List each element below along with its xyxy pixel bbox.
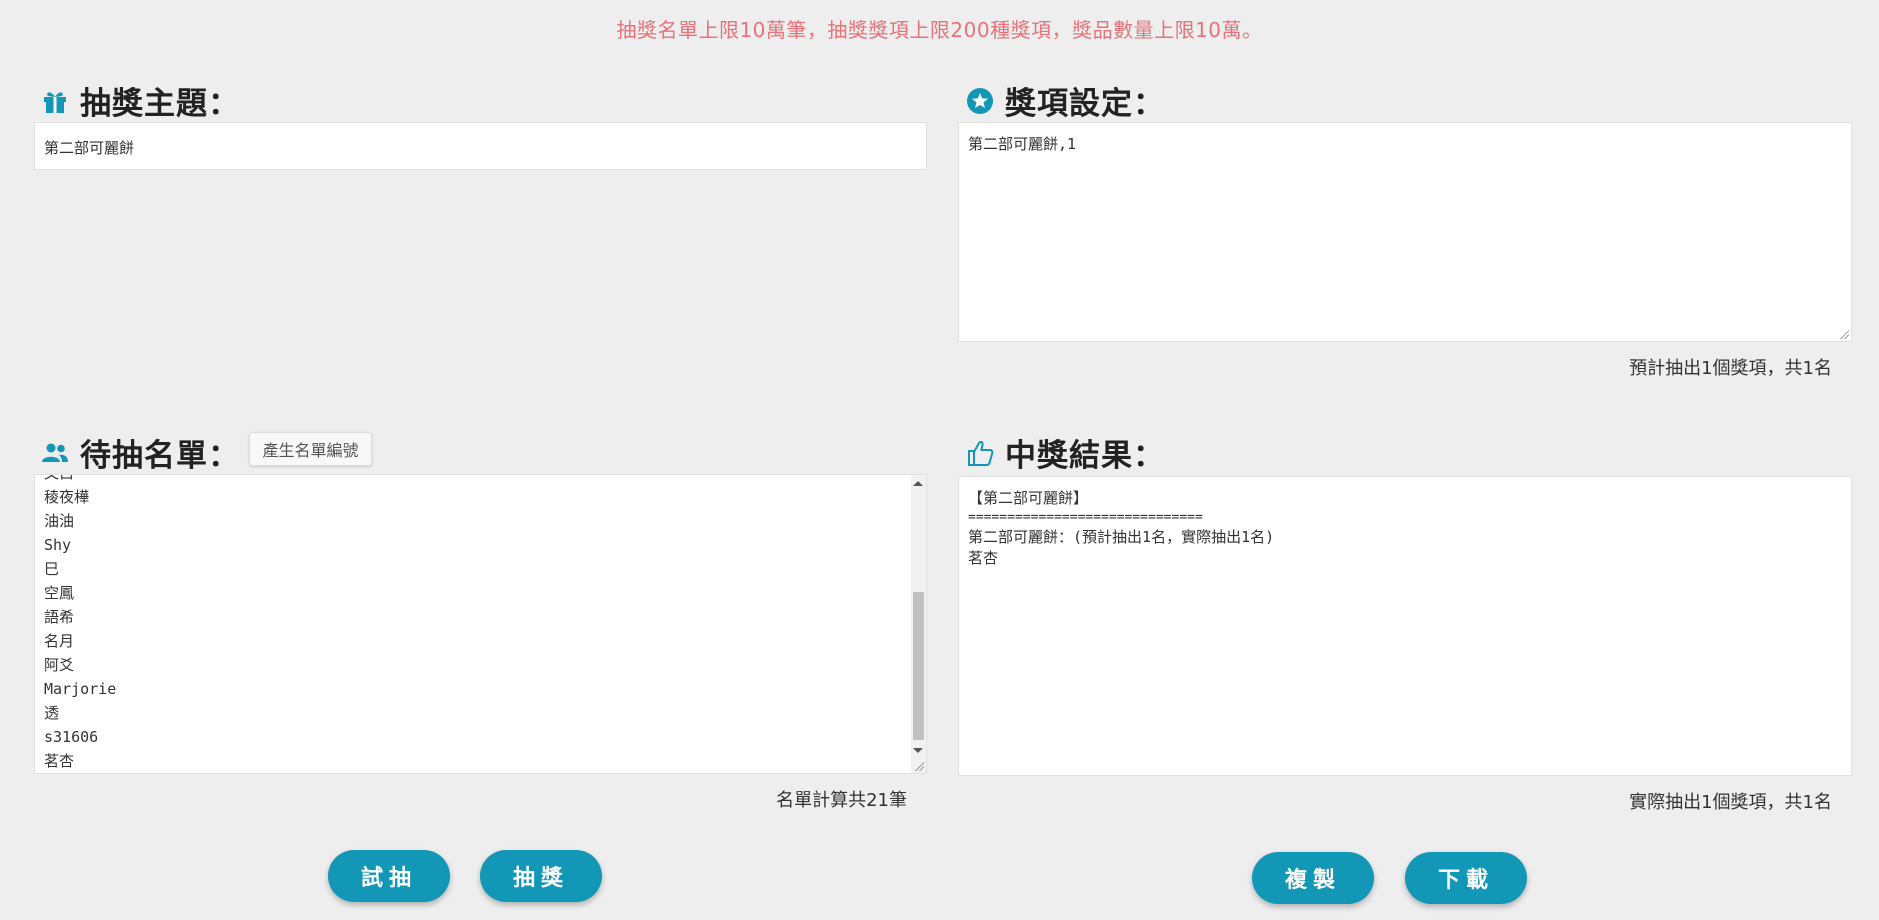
list-item: 空鳳 [44,584,75,602]
generate-numbers-button[interactable]: 產生名單編號 [249,432,372,466]
theme-heading: 抽獎主題： [40,78,240,123]
prizes-summary: 預計抽出1個獎項，共1名 [1629,358,1832,379]
download-button[interactable]: 下載 [1405,852,1527,904]
limits-notice: 抽獎名單上限10萬筆，抽獎獎項上限200種獎項，獎品數量上限10萬。 [616,18,1263,42]
list-item: 稜夜樺 [44,488,90,506]
gift-icon [40,86,70,116]
list-item: 阿爻 [44,656,75,674]
prizes-heading: 獎項設定： [965,78,1165,123]
candidates-textarea[interactable]: 文白 稜夜樺 油油 Shy 巳 空鳳 語希 名月 阿爻 Marjorie 透 s… [34,474,927,774]
list-item: 巳 [44,560,60,578]
users-icon [40,438,70,468]
scrollbar[interactable] [911,475,926,773]
list-item: 文白 [44,475,917,485]
theme-input-value: 第二部可麗餅 [44,139,135,157]
prizes-textarea-value: 第二部可麗餅,1 [968,135,1077,153]
resize-handle[interactable] [914,761,924,771]
draw-button[interactable]: 抽獎 [480,850,602,902]
list-item: s31606 [44,728,99,746]
theme-input[interactable]: 第二部可麗餅 [34,122,927,170]
results-summary: 實際抽出1個獎項，共1名 [1629,792,1832,813]
result-line: 第二部可麗餅：(預計抽出1名，實際抽出1名) [968,528,1275,546]
star-icon [965,86,995,116]
resize-handle[interactable] [1839,329,1849,339]
candidates-heading-text: 待抽名單： [80,438,240,474]
candidates-heading: 待抽名單： [40,430,240,475]
list-item: Marjorie [44,680,117,698]
theme-heading-text: 抽獎主題： [80,86,240,122]
candidates-summary: 名單計算共21筆 [776,790,907,811]
trial-draw-button[interactable]: 試抽 [328,850,450,902]
list-item: 名月 [44,632,75,650]
scroll-down-arrow-icon[interactable] [913,748,923,753]
list-item: 透 [44,704,60,722]
list-item: 茗杏 [44,752,75,770]
result-line: ============================== [968,510,1203,525]
results-heading-text: 中獎結果： [1005,438,1165,474]
copy-button[interactable]: 複製 [1252,852,1374,904]
scroll-up-arrow-icon[interactable] [913,481,923,486]
list-item: Shy [44,536,72,554]
thumbs-up-icon [965,438,995,468]
results-heading: 中獎結果： [965,430,1165,475]
result-line: 【第二部可麗餅】 [968,489,1089,507]
prizes-textarea[interactable]: 第二部可麗餅,1 [958,122,1852,342]
list-item: 語希 [44,608,75,626]
scroll-thumb[interactable] [913,592,924,740]
result-line: 茗杏 [968,549,999,567]
list-item: 油油 [44,512,75,530]
results-textarea[interactable]: 【第二部可麗餅】 ============================== … [958,476,1852,776]
prizes-heading-text: 獎項設定： [1005,86,1165,122]
